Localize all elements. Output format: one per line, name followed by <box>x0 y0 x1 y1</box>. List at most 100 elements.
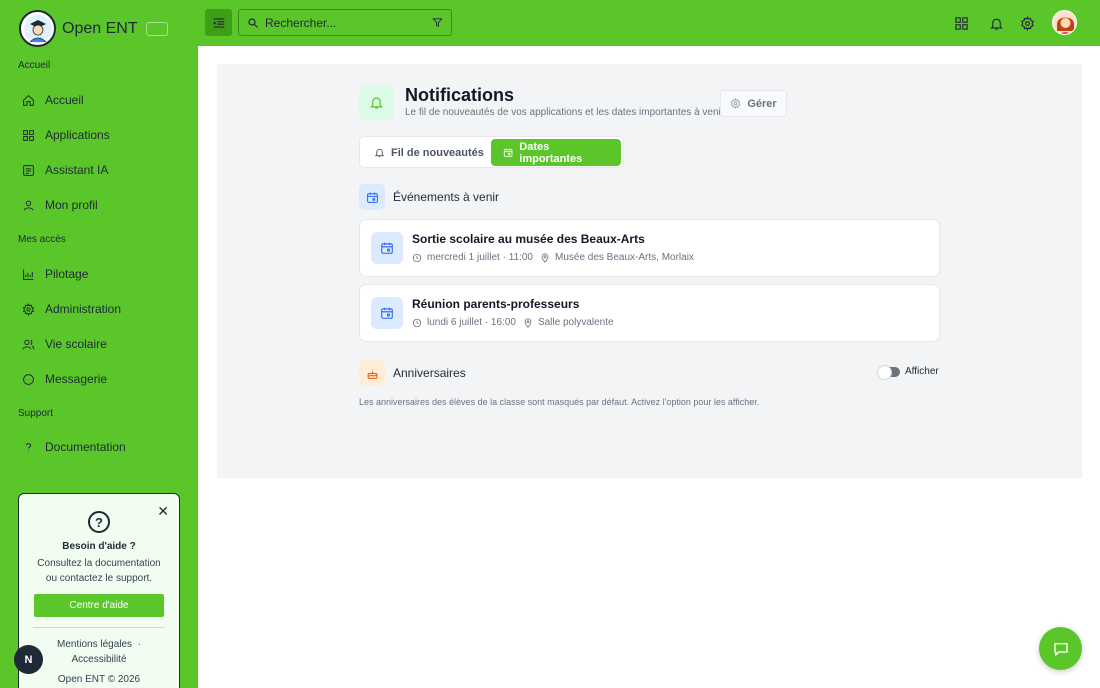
assistant-icon <box>20 162 36 178</box>
birthdays-note: Les anniversaires des élèves de la class… <box>359 397 760 407</box>
tab-label: Fil de nouveautés <box>391 146 484 159</box>
sidebar-item-label: Accueil <box>45 93 84 107</box>
sidebar-item-label: Documentation <box>45 440 126 454</box>
brand-logo <box>19 10 56 47</box>
sidebar-item-label: Administration <box>45 302 122 316</box>
toggle-switch[interactable] <box>877 364 900 380</box>
sidebar-item-label: Assistant IA <box>45 163 109 177</box>
bell-icon <box>989 18 1003 30</box>
gear-icon <box>20 301 36 317</box>
menu-toggle-button[interactable] <box>205 9 232 36</box>
event-location-wrap: Salle polyvalente <box>523 317 614 328</box>
clock-icon <box>412 253 422 262</box>
grid-icon <box>954 16 968 30</box>
sidebar-item-label: Applications <box>45 128 110 142</box>
section-label-acces: Mes accès <box>18 234 66 245</box>
search-box[interactable] <box>238 9 452 36</box>
calendar-icon <box>381 242 393 254</box>
users-icon <box>20 336 36 352</box>
calendar-icon <box>381 307 393 319</box>
help-text-line: ou contactez le support. <box>45 573 153 584</box>
sidebar-item-documentation[interactable]: Documentation <box>18 434 188 460</box>
notifications-button[interactable] <box>985 12 1007 34</box>
question-icon <box>20 439 36 455</box>
manage-button[interactable]: Gérer <box>720 90 787 117</box>
event-card[interactable]: Sortie scolaire au musée des Beaux-Arts … <box>359 219 940 277</box>
tab-fil-nouveautes[interactable]: Fil de nouveautés <box>362 139 496 166</box>
gear-icon <box>1020 15 1034 31</box>
close-icon[interactable]: ✕ <box>157 503 169 520</box>
user-avatar[interactable] <box>1052 10 1077 35</box>
sidebar-item-applications[interactable]: Applications <box>18 122 188 148</box>
tab-dates-importantes[interactable]: Dates importantes <box>491 139 621 166</box>
filter-icon[interactable] <box>432 17 443 28</box>
sidebar-item-messagerie[interactable]: Messagerie <box>18 366 188 392</box>
help-center-button[interactable]: Centre d'aide <box>34 594 164 617</box>
topbar <box>198 0 1100 46</box>
bell-icon <box>369 97 384 109</box>
birthdays-toggle[interactable]: Afficher <box>877 364 939 380</box>
legal-link[interactable]: Mentions légales <box>57 639 132 650</box>
message-icon <box>20 371 36 387</box>
sidebar-item-assistant[interactable]: Assistant IA <box>18 157 188 183</box>
chat-icon <box>1053 642 1068 657</box>
cake-icon <box>367 369 377 379</box>
help-text: Consultez la documentation ou contactez … <box>19 556 179 586</box>
clock-icon <box>412 318 422 327</box>
search-icon <box>248 17 258 28</box>
brand-name: Open ENT <box>62 19 138 37</box>
section-label-accueil: Accueil <box>18 60 51 71</box>
event-title: Réunion parents-professeurs <box>412 297 580 311</box>
n-badge[interactable]: N <box>14 645 43 674</box>
section-label-support: Support <box>18 408 54 419</box>
sidebar-item-administration[interactable]: Administration <box>18 296 188 322</box>
pin-icon <box>541 252 549 263</box>
chat-button[interactable] <box>1039 627 1082 670</box>
sidebar-item-pilotage[interactable]: Pilotage <box>18 261 188 287</box>
accessibility-link[interactable]: Accessibilité <box>19 652 179 667</box>
sidebar-item-vie-scolaire[interactable]: Vie scolaire <box>18 331 188 357</box>
avatar-icon <box>1053 11 1076 34</box>
calendar-icon <box>503 148 513 157</box>
calendar-icon <box>366 192 378 203</box>
graduate-icon <box>23 14 52 43</box>
sidebar-item-accueil[interactable]: Accueil <box>18 87 188 113</box>
help-icon: ? <box>88 511 110 533</box>
page-subtitle: Le fil de nouveautés de vos applications… <box>405 107 727 118</box>
event-card[interactable]: Réunion parents-professeurs lundi 6 juil… <box>359 284 940 342</box>
chart-icon <box>20 266 36 282</box>
notifications-tabs: Fil de nouveautés Dates importantes <box>359 136 624 168</box>
gear-icon <box>731 98 741 109</box>
birthdays-section-icon <box>359 360 385 386</box>
event-calendar-icon <box>371 297 403 329</box>
event-meta: lundi 6 juillet · 16:00 Salle polyvalent… <box>412 317 614 328</box>
settings-button[interactable] <box>1016 12 1038 34</box>
brand-tag <box>145 21 168 36</box>
event-calendar-icon <box>371 232 403 264</box>
grid-icon <box>20 127 36 143</box>
sidebar-item-label: Messagerie <box>45 372 108 386</box>
tab-label: Dates importantes <box>519 140 583 165</box>
sidebar-item-label: Pilotage <box>45 267 89 281</box>
event-date: lundi 6 juillet · 16:00 <box>427 317 516 328</box>
pin-icon <box>524 317 532 328</box>
sidebar-item-profil[interactable]: Mon profil <box>18 192 188 218</box>
birthdays-section-title: Anniversaires <box>393 366 466 380</box>
toggle-label: Afficher <box>905 366 939 377</box>
copyright: Open ENT © 2026 <box>57 674 141 685</box>
event-meta: mercredi 1 juillet · 11:00 Musée des Bea… <box>412 252 694 263</box>
home-icon <box>20 92 36 108</box>
events-section-title: Événements à venir <box>393 190 500 204</box>
apps-button[interactable] <box>950 12 972 34</box>
link-separator: · <box>137 639 141 650</box>
sidebar-item-label: Mon profil <box>45 198 98 212</box>
page-title: Notifications <box>405 85 515 105</box>
event-title: Sortie scolaire au musée des Beaux-Arts <box>412 232 645 246</box>
bell-icon <box>374 148 385 158</box>
event-location: Salle polyvalente <box>537 317 614 328</box>
search-input[interactable] <box>265 15 415 30</box>
sidebar: Open ENT Accueil Accueil Applications As… <box>0 0 198 688</box>
event-date: mercredi 1 juillet · 11:00 <box>427 252 533 263</box>
brand[interactable]: Open ENT <box>19 10 168 47</box>
event-location-wrap: Musée des Beaux-Arts, Morlaix <box>540 252 694 263</box>
